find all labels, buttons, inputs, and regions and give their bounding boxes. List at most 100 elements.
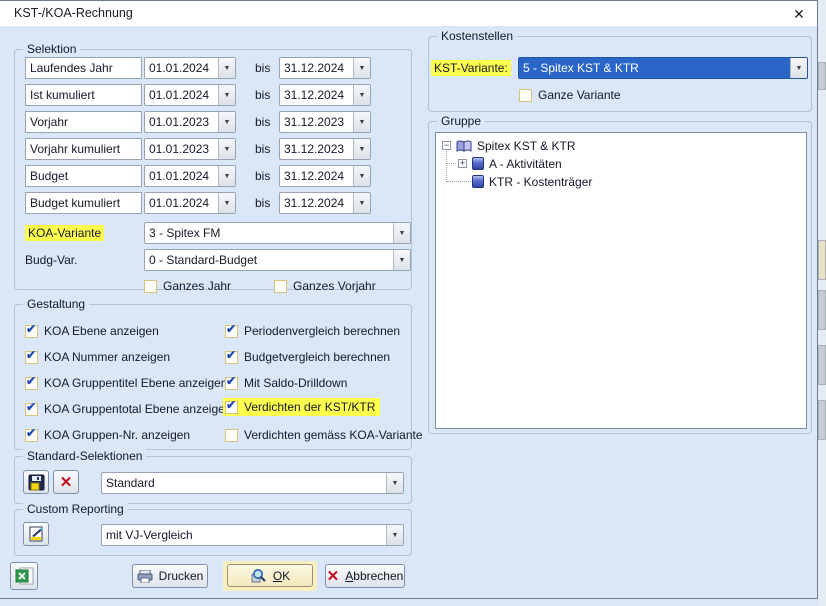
koa-gruppentitel-checkbox[interactable]: ✔ KOA Gruppentitel Ebene anzeigen (25, 375, 227, 391)
background-fragment (818, 240, 826, 280)
chevron-down-icon[interactable]: ▼ (218, 58, 235, 78)
koa-variante-value: 3 - Spitex FM (145, 223, 393, 243)
ganzes-vorjahr-checkbox[interactable]: Ganzes Vorjahr (274, 278, 376, 294)
bis-label: bis (255, 111, 270, 133)
periodenvergleich-checkbox[interactable]: ✔ Periodenvergleich berechnen (225, 323, 400, 339)
koa-gruppentotal-checkbox[interactable]: ✔ KOA Gruppentotal Ebene anzeigen (25, 401, 231, 417)
close-icon[interactable]: ✕ (789, 4, 809, 24)
selektion-name-input-0[interactable]: Laufendes Jahr (25, 57, 142, 79)
selektion-name-input-2[interactable]: Vorjahr (25, 111, 142, 133)
chevron-down-icon[interactable]: ▼ (218, 139, 235, 159)
ganzes-jahr-checkbox[interactable]: Ganzes Jahr (144, 278, 231, 294)
chevron-down-icon[interactable]: ▼ (218, 112, 235, 132)
date-to-combo-5[interactable]: 31.12.2024 ▼ (279, 192, 371, 214)
budg-var-combo[interactable]: 0 - Standard-Budget ▼ (144, 249, 411, 271)
chevron-down-icon[interactable]: ▼ (218, 193, 235, 213)
chevron-down-icon[interactable]: ▼ (353, 58, 370, 78)
date-from-combo-3[interactable]: 01.01.2023 ▼ (144, 138, 236, 160)
gruppe-tree[interactable]: − Spitex KST & KTR + A - Aktivitäten KTR… (435, 132, 807, 429)
chevron-down-icon[interactable]: ▼ (218, 166, 235, 186)
selektion-name-input-4[interactable]: Budget (25, 165, 142, 187)
chevron-down-icon[interactable]: ▼ (353, 166, 370, 186)
standard-selektionen-caption: Standard-Selektionen (23, 449, 146, 463)
date-from-combo-5[interactable]: 01.01.2024 ▼ (144, 192, 236, 214)
abbrechen-label: Abbrechen (345, 569, 403, 583)
chevron-down-icon[interactable]: ▼ (393, 250, 410, 270)
checkbox-box[interactable]: ✔ (225, 401, 238, 414)
date-to-combo-2[interactable]: 31.12.2023 ▼ (279, 111, 371, 133)
drucken-label: Drucken (159, 569, 204, 583)
checkbox-box[interactable]: ✔ (25, 429, 38, 442)
bis-label: bis (255, 138, 270, 160)
excel-export-button[interactable] (10, 562, 38, 590)
verdichten-koa-variante-checkbox[interactable]: Verdichten gemäss KOA-Variante (225, 427, 423, 443)
date-to-combo-1[interactable]: 31.12.2024 ▼ (279, 84, 371, 106)
ganze-variante-checkbox[interactable]: Ganze Variante (519, 87, 621, 103)
checkbox-box[interactable]: ✔ (25, 325, 38, 338)
checkbox-box[interactable]: ✔ (25, 403, 38, 416)
chevron-down-icon[interactable]: ▼ (386, 525, 403, 545)
checkbox-label: KOA Gruppentotal Ebene anzeigen (44, 402, 231, 416)
chevron-down-icon[interactable]: ▼ (790, 58, 807, 78)
date-from-value-1: 01.01.2024 (145, 85, 218, 105)
checkbox-box[interactable] (225, 429, 238, 442)
checkbox-box[interactable]: ✔ (225, 351, 238, 364)
ok-button[interactable]: OK (227, 564, 313, 587)
save-selection-button[interactable] (23, 470, 49, 494)
custom-report-button[interactable] (23, 522, 49, 546)
koa-nummer-anzeigen-checkbox[interactable]: ✔ KOA Nummer anzeigen (25, 349, 170, 365)
date-from-combo-4[interactable]: 01.01.2024 ▼ (144, 165, 236, 187)
delete-selection-button[interactable]: ✕ (53, 470, 79, 494)
date-from-combo-2[interactable]: 01.01.2023 ▼ (144, 111, 236, 133)
date-from-combo-0[interactable]: 01.01.2024 ▼ (144, 57, 236, 79)
background-fragment (818, 400, 826, 440)
chevron-down-icon[interactable]: ▼ (353, 85, 370, 105)
tree-connector (447, 181, 471, 182)
date-to-combo-4[interactable]: 31.12.2024 ▼ (279, 165, 371, 187)
checkbox-box[interactable]: ✔ (225, 377, 238, 390)
standard-selektion-combo[interactable]: Standard ▼ (101, 472, 404, 494)
tree-item-root[interactable]: − Spitex KST & KTR (442, 137, 575, 154)
chevron-down-icon[interactable]: ▼ (353, 193, 370, 213)
date-to-value-4: 31.12.2024 (280, 166, 353, 186)
group-block-icon (472, 157, 484, 170)
date-from-value-4: 01.01.2024 (145, 166, 218, 186)
kst-variante-combo[interactable]: 5 - Spitex KST & KTR ▼ (518, 57, 808, 79)
saldo-drilldown-checkbox[interactable]: ✔ Mit Saldo-Drilldown (225, 375, 347, 391)
printer-icon (137, 570, 153, 583)
verdichten-kst-ktr-checkbox[interactable]: ✔ Verdichten der KST/KTR (223, 399, 380, 415)
chevron-down-icon[interactable]: ▼ (353, 112, 370, 132)
koa-gruppen-nr-checkbox[interactable]: ✔ KOA Gruppen-Nr. anzeigen (25, 427, 190, 443)
chevron-down-icon[interactable]: ▼ (218, 85, 235, 105)
kostenstellen-group: Kostenstellen KST-Variante: 5 - Spitex K… (428, 36, 812, 112)
checkbox-box[interactable] (274, 280, 287, 293)
chevron-down-icon[interactable]: ▼ (353, 139, 370, 159)
tree-item-kostentraeger[interactable]: KTR - Kostenträger (472, 173, 592, 190)
drucken-button[interactable]: Drucken (132, 564, 208, 588)
koa-ebene-anzeigen-checkbox[interactable]: ✔ KOA Ebene anzeigen (25, 323, 159, 339)
checkbox-box[interactable] (519, 89, 532, 102)
selektion-name-input-1[interactable]: Ist kumuliert (25, 84, 142, 106)
tree-item-aktivitaeten[interactable]: + A - Aktivitäten (458, 155, 562, 172)
date-to-combo-0[interactable]: 31.12.2024 ▼ (279, 57, 371, 79)
date-from-combo-1[interactable]: 01.01.2024 ▼ (144, 84, 236, 106)
checkbox-box[interactable] (144, 280, 157, 293)
custom-reporting-group: Custom Reporting mit VJ-Vergleich ▼ (14, 509, 412, 556)
koa-variante-combo[interactable]: 3 - Spitex FM ▼ (144, 222, 411, 244)
chevron-down-icon[interactable]: ▼ (386, 473, 403, 493)
checkbox-label: Budgetvergleich berechnen (244, 350, 390, 364)
checkbox-box[interactable]: ✔ (25, 377, 38, 390)
date-to-combo-3[interactable]: 31.12.2023 ▼ (279, 138, 371, 160)
selektion-name-input-3[interactable]: Vorjahr kumuliert (25, 138, 142, 160)
collapse-minus-icon[interactable]: − (442, 141, 451, 150)
checkbox-box[interactable]: ✔ (225, 325, 238, 338)
chevron-down-icon[interactable]: ▼ (393, 223, 410, 243)
budgetvergleich-checkbox[interactable]: ✔ Budgetvergleich berechnen (225, 349, 390, 365)
expand-plus-icon[interactable]: + (458, 159, 467, 168)
abbrechen-button[interactable]: ✕ Abbrechen (325, 564, 405, 588)
selektion-name-input-5[interactable]: Budget kumuliert (25, 192, 142, 214)
custom-reporting-combo[interactable]: mit VJ-Vergleich ▼ (101, 524, 404, 546)
group-block-icon (472, 175, 484, 188)
checkbox-box[interactable]: ✔ (25, 351, 38, 364)
date-to-value-5: 31.12.2024 (280, 193, 353, 213)
